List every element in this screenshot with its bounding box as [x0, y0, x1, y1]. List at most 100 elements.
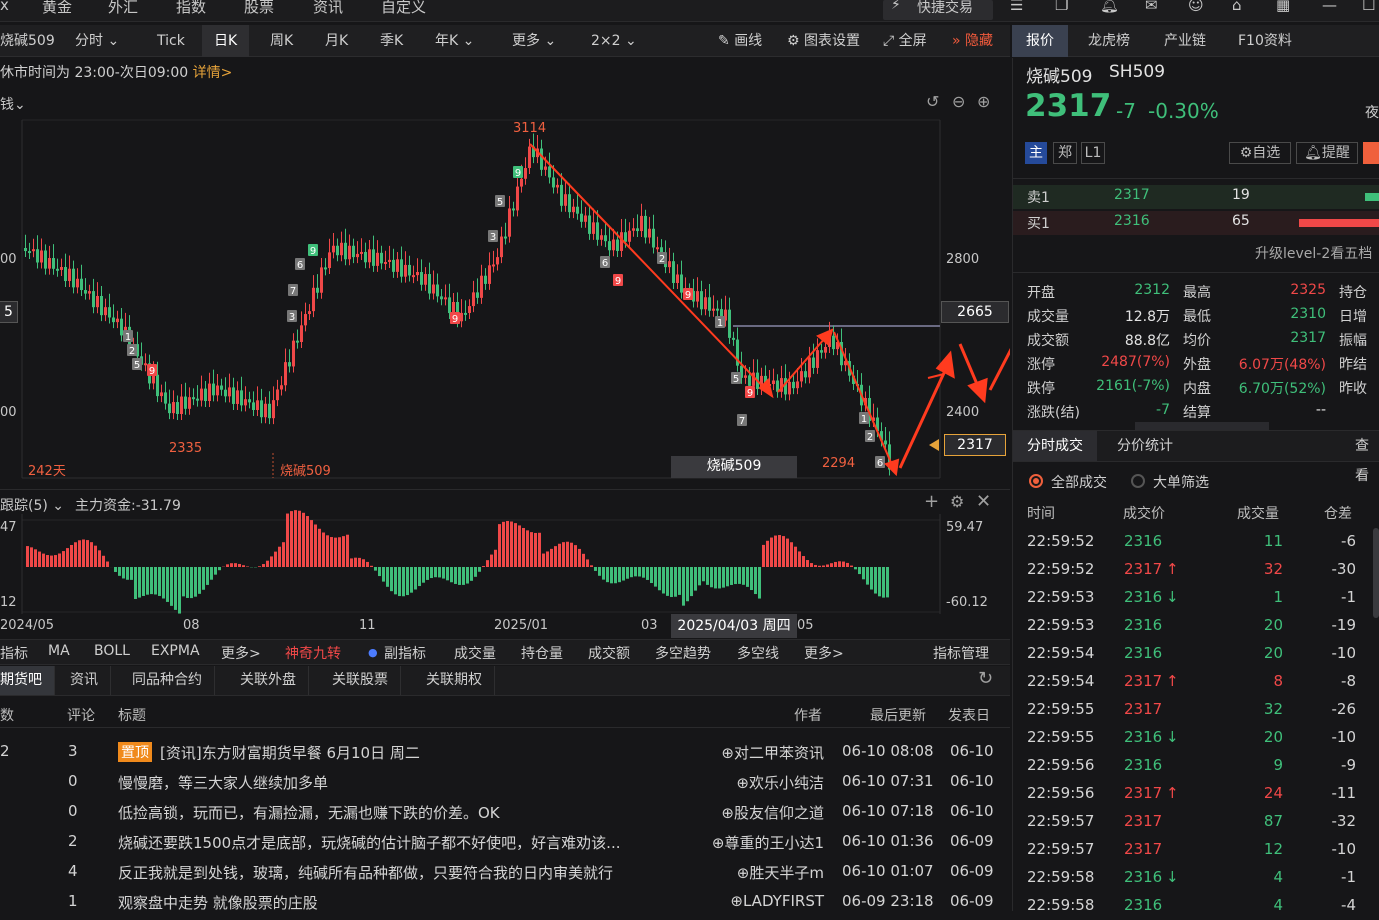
- indicator-ma[interactable]: MA: [48, 643, 70, 659]
- x-tick: 2025/01: [494, 618, 548, 633]
- mail-icon[interactable]: ✉: [1145, 0, 1158, 14]
- trade-button[interactable]: [1363, 142, 1379, 164]
- period-more[interactable]: 更多 ⌄: [512, 25, 556, 57]
- post-title[interactable]: 慢慢磨，等三大家人继续加多单: [118, 772, 328, 793]
- add-icon[interactable]: +: [924, 491, 939, 512]
- tab-same-variety[interactable]: 同品种合约: [120, 666, 215, 695]
- period-monthly[interactable]: 月K: [325, 25, 348, 57]
- indicator-manage[interactable]: 指标管理: [933, 643, 989, 663]
- svg-text:2: 2: [129, 346, 135, 357]
- tab-futures-forum[interactable]: 期货吧: [0, 666, 55, 695]
- shirt-icon[interactable]: ⌂: [1232, 0, 1242, 14]
- tab-f10[interactable]: F10资料: [1224, 25, 1306, 57]
- indicator-expma[interactable]: EXPMA: [151, 643, 200, 659]
- indicator-volume[interactable]: 成交量: [454, 643, 496, 663]
- watchlist-button[interactable]: ⚙自选: [1229, 142, 1291, 164]
- indicator-turnover[interactable]: 成交额: [588, 643, 630, 663]
- period-quarterly[interactable]: 季K: [380, 25, 403, 57]
- post-title[interactable]: 观察盘中走势 就像股票的庄股: [118, 892, 318, 913]
- quick-trade-button[interactable]: ⚡ 快捷交易: [883, 0, 993, 20]
- tab-industry-chain[interactable]: 产业链: [1150, 25, 1220, 57]
- post-author[interactable]: ⊕欢乐小纯洁: [736, 772, 824, 793]
- fund-flow-bar: [210, 567, 213, 580]
- post-title[interactable]: 反正我就是到处钱，玻璃，纯碱所有品种都做，只要符合我的日内审美就行: [118, 862, 613, 883]
- hide-button[interactable]: » 隐藏: [952, 25, 993, 57]
- minimize-icon[interactable]: —: [1322, 0, 1337, 14]
- post-author[interactable]: ⊕股友信仰之道: [721, 802, 824, 823]
- grid-icon[interactable]: ▦: [1276, 0, 1290, 14]
- fund-flow-bar: [810, 563, 813, 567]
- refresh-icon[interactable]: ↻: [978, 668, 993, 689]
- collapse-handle[interactable]: [1135, 422, 1269, 430]
- fullscreen-button[interactable]: ⤢ 全屏: [883, 25, 927, 57]
- post-author[interactable]: ⊕尊重的王小达1: [712, 832, 824, 853]
- upgrade-level2-link[interactable]: 升级level-2看五档: [1255, 243, 1372, 263]
- indicator-oi[interactable]: 持仓量: [521, 643, 563, 663]
- tab-related-options[interactable]: 关联期权: [414, 666, 495, 695]
- tab-quote[interactable]: 报价: [1012, 25, 1068, 57]
- nav-item[interactable]: 指数: [176, 0, 206, 17]
- indicator-item[interactable]: 指标: [0, 643, 28, 663]
- post-author[interactable]: ⊕LADYFIRST: [730, 892, 824, 910]
- indicator-boll[interactable]: BOLL: [94, 643, 130, 659]
- large-trades-radio[interactable]: [1131, 474, 1145, 488]
- period-daily[interactable]: 日K: [202, 25, 249, 57]
- post-author[interactable]: ⊕胜天半子m: [737, 862, 824, 883]
- post-title[interactable]: 低捡高锁，玩而已，有漏捡漏，无漏也赚下跌的价差。OK: [118, 802, 500, 823]
- table-row[interactable]: 23置顶[资讯]东方财富期货早餐 6月10日 周二⊕对二甲苯资讯06-10 08…: [0, 736, 1010, 766]
- tab-price-stats[interactable]: 分价统计: [1117, 431, 1173, 461]
- zoom-out-icon[interactable]: ⊖: [952, 92, 965, 111]
- gear-icon[interactable]: ⚙: [950, 492, 964, 511]
- indicator-more[interactable]: 更多>: [221, 643, 261, 663]
- post-author[interactable]: ⊕对二甲苯资讯: [721, 742, 824, 763]
- period-tick[interactable]: Tick: [157, 25, 185, 57]
- table-row[interactable]: 0低捡高锁，玩而已，有漏捡漏，无漏也赚下跌的价差。OK⊕股友信仰之道06-10 …: [0, 796, 1010, 826]
- bell-icon[interactable]: 🔔︎: [1100, 0, 1119, 14]
- fund-flow-bar: [50, 556, 53, 567]
- details-link[interactable]: 详情>: [193, 65, 233, 81]
- indicator-bull-bear[interactable]: 多空线: [737, 643, 779, 663]
- table-row[interactable]: 1观察盘中走势 就像股票的庄股⊕LADYFIRST06-09 23:1806-0…: [0, 886, 1010, 916]
- period-yearly[interactable]: 年K ⌄: [435, 25, 474, 57]
- undo-icon[interactable]: ↺: [926, 92, 939, 111]
- scrollbar[interactable]: [1373, 528, 1379, 618]
- layout-2x2[interactable]: 2×2 ⌄: [591, 25, 637, 57]
- indicator-sub[interactable]: 副指标: [384, 643, 426, 663]
- period-fenshi[interactable]: 分时 ⌄: [75, 25, 119, 57]
- close-icon[interactable]: ✕: [976, 491, 991, 512]
- kline-chart[interactable]: 12596739995396921597126: [0, 88, 1010, 488]
- nav-item[interactable]: 外汇: [108, 0, 138, 17]
- tab-time-sales[interactable]: 分时成交: [1013, 431, 1097, 461]
- indicator-dropdown[interactable]: 钱⌄: [0, 94, 26, 114]
- tab-news[interactable]: 资讯: [58, 666, 111, 695]
- nav-item[interactable]: 股票: [244, 0, 274, 17]
- view-more-link[interactable]: 查看: [1355, 431, 1379, 461]
- layers-icon[interactable]: ☰: [1010, 0, 1023, 14]
- tab-dragon-tiger[interactable]: 龙虎榜: [1074, 25, 1144, 57]
- window-icon[interactable]: ❐: [1055, 0, 1068, 14]
- all-trades-radio[interactable]: [1029, 474, 1043, 488]
- indicator-trend[interactable]: 多空趋势: [655, 643, 711, 663]
- indicator-nine-turn[interactable]: 神奇九转: [285, 643, 341, 663]
- nav-item[interactable]: x: [0, 0, 9, 14]
- nav-item[interactable]: 资讯: [313, 0, 343, 17]
- indicator-more2[interactable]: 更多>: [804, 643, 844, 663]
- maximize-icon[interactable]: ☐: [1362, 0, 1375, 14]
- trade-row: 22:59:532316↓1-1: [1013, 584, 1379, 612]
- nav-item[interactable]: 自定义: [381, 0, 426, 17]
- sub-indicator-dropdown[interactable]: 跟踪(5) ⌄: [0, 495, 64, 515]
- tab-related-foreign[interactable]: 关联外盘: [228, 666, 309, 695]
- zoom-in-icon[interactable]: ⊕: [977, 92, 990, 111]
- post-title[interactable]: 烧碱还要跌1500点才是底部，玩烧碱的估计脑子都不好使吧，好言难劝该...: [118, 832, 620, 853]
- table-row[interactable]: 2烧碱还要跌1500点才是底部，玩烧碱的估计脑子都不好使吧，好言难劝该...⊕尊…: [0, 826, 1010, 856]
- nav-item[interactable]: 黄金: [42, 0, 72, 17]
- table-row[interactable]: 0慢慢磨，等三大家人继续加多单⊕欢乐小纯洁06-10 07:3106-10: [0, 766, 1010, 796]
- table-row[interactable]: 4反正我就是到处钱，玻璃，纯碱所有品种都做，只要符合我的日内审美就行⊕胜天半子m…: [0, 856, 1010, 886]
- chart-settings-button[interactable]: ⚙ 图表设置: [787, 25, 860, 57]
- alert-button[interactable]: 🔔︎提醒: [1296, 142, 1358, 164]
- draw-button[interactable]: ✎ 画线: [718, 25, 762, 57]
- tab-related-stocks[interactable]: 关联股票: [320, 666, 401, 695]
- post-title[interactable]: [资讯]东方财富期货早餐 6月10日 周二: [160, 742, 420, 763]
- period-weekly[interactable]: 周K: [270, 25, 293, 57]
- user-icon[interactable]: ☺: [1188, 0, 1204, 14]
